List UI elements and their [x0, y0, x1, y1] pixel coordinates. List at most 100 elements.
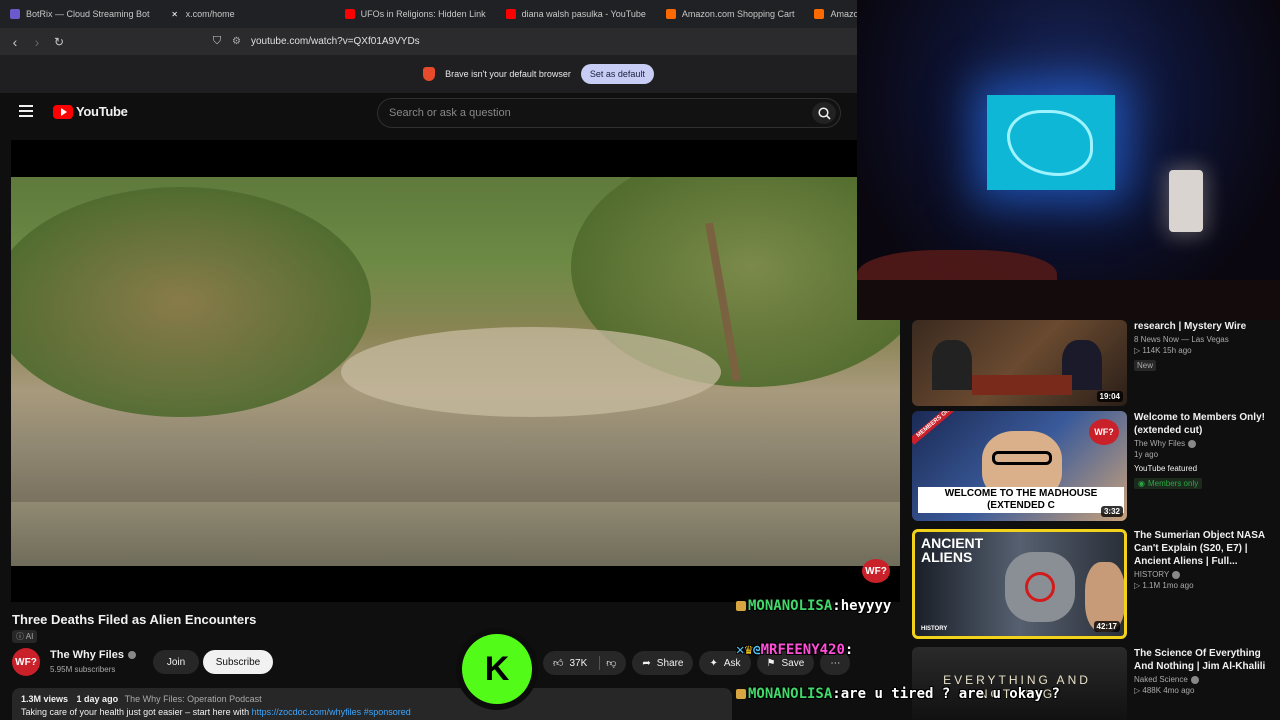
- series-link[interactable]: The Why Files: Operation Podcast: [125, 694, 262, 704]
- video-title: Three Deaths Filed as Alien Encounters: [12, 612, 257, 627]
- video-player[interactable]: WF?: [11, 140, 900, 602]
- site-settings-icon[interactable]: ⚙: [232, 36, 241, 47]
- subscriber-count: 5.95M subscribers: [50, 665, 116, 674]
- recommendation-item[interactable]: 19:04 research | Mystery Wire 8 News Now…: [912, 320, 1280, 408]
- bookmark-icon: ⚑: [766, 657, 776, 669]
- verified-icon: [1188, 439, 1197, 448]
- kick-logo: K: [456, 628, 538, 710]
- tab-label: Amazon.com Shopping Cart: [681, 9, 795, 19]
- recommendation-meta: ▷ 488K 4mo ago: [1134, 686, 1195, 695]
- youtube-play-icon: [53, 104, 73, 119]
- recommendation-channel[interactable]: 8 News Now — Las Vegas: [1134, 335, 1280, 344]
- video-description[interactable]: 1.3M views 1 day ago The Why Files: Oper…: [12, 688, 732, 720]
- channel-avatar[interactable]: WF?: [12, 648, 40, 676]
- thumbs-down-icon[interactable]: 👎︎: [606, 657, 616, 669]
- youtube-logo[interactable]: YouTube: [53, 104, 128, 119]
- channel-logo: WF?: [1089, 419, 1119, 445]
- reload-icon[interactable]: ↻: [48, 31, 70, 53]
- youtube-wordmark: YouTube: [76, 104, 128, 119]
- recommendation-title[interactable]: research | Mystery Wire: [1134, 320, 1280, 333]
- featured-label: YouTube featured: [1134, 464, 1198, 473]
- chat-message: MONANOLISA:heyyyy: [736, 598, 891, 614]
- video-thumbnail[interactable]: 19:04: [912, 320, 1127, 406]
- new-badge: New: [1134, 360, 1157, 371]
- recommendation-channel[interactable]: Naked Science: [1134, 675, 1280, 684]
- webcam-overlay: [857, 0, 1280, 320]
- chat-username: MRFEENY420: [760, 642, 845, 658]
- video-frame: [11, 177, 900, 566]
- browser-tab-amazon[interactable]: Amazon.co: [804, 0, 857, 28]
- recommendation-meta: ▷ 1.1M 1mo ago: [1134, 581, 1194, 590]
- menu-icon[interactable]: [19, 105, 33, 117]
- recommendations-list: 19:04 research | Mystery Wire 8 News Now…: [912, 320, 1280, 720]
- x-icon: ✕: [171, 9, 178, 19]
- recommendation-title[interactable]: The Science Of Everything And Nothing | …: [1134, 647, 1280, 673]
- recommendation-channel[interactable]: HISTORY: [1134, 570, 1280, 579]
- history-logo: HISTORY: [921, 626, 948, 632]
- description-line: Taking care of your health just got easi…: [21, 707, 250, 717]
- video-duration: 3:32: [1100, 506, 1123, 517]
- youtube-masthead: YouTube Search or ask a question: [0, 93, 857, 133]
- sponsor-link[interactable]: https://zocdoc.com/whyfiles: [252, 707, 362, 717]
- ask-label: Ask: [723, 657, 741, 669]
- default-browser-infobar: Brave isn't your default browser Set as …: [0, 55, 857, 93]
- forward-icon[interactable]: ›: [26, 31, 48, 53]
- browser-tab-amazon-cart[interactable]: Amazon.com Shopping Cart: [656, 0, 805, 28]
- bookmark-icon[interactable]: ⛉: [206, 31, 228, 53]
- video-thumbnail[interactable]: EVERYTHING AND NOTHING: [912, 647, 1127, 720]
- search-placeholder: Search or ask a question: [389, 107, 511, 119]
- recommendation-meta: 1y ago: [1134, 450, 1159, 459]
- browser-tab-botrix[interactable]: BotRix — Cloud Streaming Bot: [0, 0, 160, 28]
- chat-badge-icon: [736, 601, 746, 611]
- back-icon[interactable]: ‹: [4, 31, 26, 53]
- recommendation-item[interactable]: ANCIENT ALIENS HISTORY 42:17 The Sumeria…: [912, 529, 1280, 641]
- description-text: Taking care of your health just got easi…: [21, 707, 723, 717]
- like-button[interactable]: 👍︎ 37K 👎︎: [543, 651, 627, 675]
- amazon-icon: [814, 9, 825, 19]
- address-bar[interactable]: ⚙ youtube.com/watch?v=QXf01A9VYDs: [232, 28, 420, 55]
- tab-label: diana walsh pasulka - YouTube: [521, 9, 646, 19]
- brave-shield-icon: [423, 67, 436, 81]
- tab-label: x.com/home: [185, 9, 235, 19]
- share-label: Share: [656, 657, 684, 669]
- amazon-icon: [665, 9, 676, 19]
- crown-icon: ♛: [744, 642, 753, 658]
- share-button[interactable]: ➦ Share: [632, 651, 694, 675]
- share-icon: ➦: [642, 657, 651, 669]
- video-thumbnail[interactable]: MEMBERS ONLY WF? WELCOME TO THE MADHOUSE…: [912, 411, 1127, 521]
- recommendation-channel[interactable]: The Why Files: [1134, 439, 1280, 448]
- channel-watermark[interactable]: WF?: [862, 559, 890, 583]
- search-input[interactable]: Search or ask a question: [377, 98, 841, 128]
- subscribe-button[interactable]: Subscribe: [203, 650, 273, 674]
- hashtag-link[interactable]: #sponsored: [364, 707, 411, 717]
- browser-tab-x[interactable]: ✕ x.com/home: [160, 0, 245, 28]
- recommendation-item[interactable]: MEMBERS ONLY WF? WELCOME TO THE MADHOUSE…: [912, 411, 1280, 523]
- chat-badge-icon: ᘓ: [752, 644, 761, 657]
- tab-label: UFOs in Religions: Hidden Link: [360, 9, 486, 19]
- infobar-message: Brave isn't your default browser: [445, 69, 571, 79]
- view-count: 1.3M views: [21, 694, 69, 704]
- browser-tab-pasulka[interactable]: diana walsh pasulka - YouTube: [496, 0, 656, 28]
- verified-icon: [1190, 675, 1199, 684]
- channel-name[interactable]: The Why Files: [50, 649, 136, 661]
- recommendation-title[interactable]: The Sumerian Object NASA Can't Explain (…: [1134, 529, 1280, 568]
- set-default-button[interactable]: Set as default: [580, 64, 654, 84]
- chat-text: heyyyy: [840, 598, 892, 614]
- channel-name-text: The Why Files: [50, 649, 124, 661]
- screen: BotRix — Cloud Streaming Bot ✕ x.com/hom…: [0, 0, 1280, 720]
- join-button[interactable]: Join: [153, 650, 199, 674]
- thumbnail-caption: ANCIENT ALIENS: [921, 535, 984, 565]
- recommendation-item[interactable]: EVERYTHING AND NOTHING The Science Of Ev…: [912, 647, 1280, 720]
- browser-tab-ufos[interactable]: UFOs in Religions: Hidden Link: [335, 0, 496, 28]
- chat-message: MONANOLISA:are u tired ? are u okay ?: [736, 686, 1060, 702]
- like-count: 37K: [569, 657, 588, 669]
- search-button[interactable]: [812, 102, 836, 124]
- save-label: Save: [781, 657, 805, 669]
- description-meta: 1.3M views 1 day ago The Why Files: Oper…: [21, 694, 723, 704]
- thumbnail-caption: WELCOME TO THE MADHOUSE (EXTENDED C: [918, 487, 1124, 513]
- video-thumbnail[interactable]: ANCIENT ALIENS HISTORY 42:17: [912, 529, 1127, 639]
- recommendation-title[interactable]: Welcome to Members Only! (extended cut): [1134, 411, 1280, 437]
- kick-icon: K: [462, 634, 532, 704]
- chat-badge-icon: [736, 689, 746, 699]
- video-duration: 19:04: [1096, 391, 1123, 402]
